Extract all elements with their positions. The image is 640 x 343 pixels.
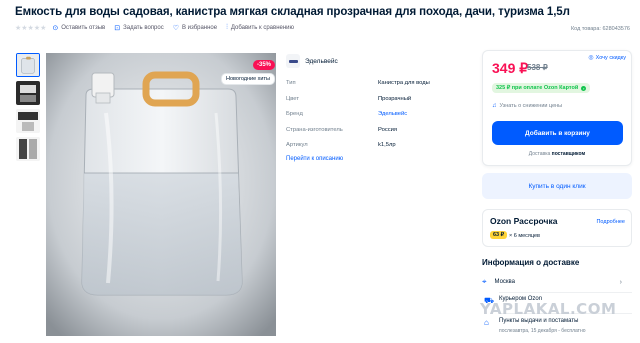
ask-question-label: Задать вопрос	[123, 25, 164, 31]
ozon-card-price-label: 325 ₽ при оплате Ozon Картой	[496, 85, 579, 91]
bell-icon: ♫	[492, 103, 497, 109]
spec-key: Тип	[286, 80, 296, 86]
ozon-card-price-badge[interactable]: 325 ₽ при оплате Ozon Картой ›	[492, 83, 591, 93]
product-title: Емкость для воды садовая, канистра мягка…	[15, 6, 570, 18]
spec-key: Артикул	[286, 142, 308, 148]
current-price: 349 ₽	[492, 60, 529, 76]
brand-link[interactable]: Эдельвейс	[286, 54, 338, 68]
spec-row: Цвет Прозрачный	[286, 96, 470, 112]
price-drop-label: Узнать о снижении цены	[499, 103, 563, 109]
compare-label: Добавить к сравнению	[230, 25, 295, 31]
new-year-badge: Новогодние хиты	[221, 73, 275, 85]
spec-row: Тип Канистра для воды	[286, 80, 470, 96]
want-discount-link[interactable]: ◎ Хочу скидку	[588, 54, 626, 62]
rating-stars-icon[interactable]: ★★★★★	[15, 24, 46, 32]
installment-card[interactable]: Ozon Рассрочка Подробнее 63 ₽ × 6 месяце…	[482, 209, 632, 247]
delivery-info-title: Информация о доставке	[482, 258, 580, 267]
review-icon: ⊙	[52, 25, 59, 32]
site-watermark: YAPLAKAL.COM	[480, 300, 617, 318]
pickup-date: послезавтра, 15 декабря - бесплатно	[499, 328, 586, 334]
delivery-pickup-option[interactable]: Пункты выдачи и постаматы	[499, 318, 578, 324]
old-price: 538 ₽	[527, 63, 548, 72]
spec-key: Цвет	[286, 95, 299, 102]
spec-value: Канистра для воды	[378, 80, 430, 86]
favorites-label: В избранное	[181, 25, 218, 31]
want-discount-label: Хочу скидку	[595, 54, 626, 61]
thumbnail-4[interactable]	[16, 137, 40, 161]
pickup-point-icon: ⌂	[484, 318, 489, 327]
question-icon: ⊡	[114, 25, 121, 32]
thumbnail-2[interactable]	[16, 81, 40, 105]
ask-question-link[interactable]: ⊡ Задать вопрос	[114, 24, 163, 32]
leave-review-link[interactable]: ⊙ Оставить отзыв	[52, 24, 105, 32]
heart-icon: ♡	[172, 25, 179, 32]
brand-logo	[286, 54, 300, 68]
brand-spec-link[interactable]: Эдельвейс	[378, 111, 407, 117]
add-to-favorites-link[interactable]: ♡ В избранное	[173, 24, 217, 32]
water-bag-illustration	[46, 53, 276, 336]
discount-badge: -35%	[253, 60, 276, 70]
spec-row: Бренд Эдельвейс	[286, 111, 470, 127]
spec-value: Прозрачный	[378, 95, 412, 102]
installment-term: × 6 месяцев	[509, 232, 540, 239]
compare-icon: ⫶	[226, 24, 228, 31]
buy-one-click-button[interactable]: Купить в один клик	[482, 173, 632, 199]
thumbnail-1[interactable]	[16, 53, 40, 77]
delivery-city-selector[interactable]: ⌖ Москва ›	[482, 273, 632, 291]
delivery-note: Доставка поставщиком	[483, 151, 631, 157]
discount-watch-icon: ◎	[588, 55, 594, 61]
installment-more-link[interactable]: Подробнее	[596, 219, 625, 225]
go-to-description-link[interactable]: Перейти к описанию	[286, 156, 343, 162]
spec-list: Тип Канистра для воды Цвет Прозрачный Брен…	[286, 80, 470, 158]
product-image[interactable]	[46, 53, 276, 336]
delivery-prefix: Доставка	[528, 151, 551, 157]
divider	[499, 292, 632, 293]
brand-name: Эдельвейс	[305, 57, 338, 65]
product-code: Код товара: 628043576	[570, 26, 630, 32]
spec-row: Страна-изготовитель Россия	[286, 127, 470, 143]
delivery-provider: поставщиком	[551, 151, 586, 157]
installment-amount: 63 ₽	[490, 231, 508, 239]
chevron-right-icon: ›	[619, 278, 622, 286]
leave-review-label: Оставить отзыв	[61, 25, 106, 31]
price-card: 349 ₽ 538 ₽ ◎ Хочу скидку 325 ₽ при оплат…	[482, 50, 632, 166]
spec-value: k1,5лр	[378, 142, 396, 148]
product-actions-row: ★★★★★ ⊙ Оставить отзыв ⊡ Задать вопрос ♡ В …	[15, 24, 303, 32]
spec-key: Страна-изготовитель	[286, 126, 343, 133]
add-to-cart-button[interactable]: Добавить в корзину	[492, 121, 623, 145]
price-drop-notify-link[interactable]: ♫ Узнать о снижении цены	[492, 103, 562, 109]
installment-title: Ozon Рассрочка	[490, 216, 558, 226]
spec-value: Россия	[378, 126, 398, 133]
delivery-city: Москва	[494, 279, 515, 285]
thumbnail-3[interactable]	[16, 109, 40, 133]
arrow-right-icon: ›	[581, 85, 587, 91]
spec-key: Бренд	[286, 111, 303, 117]
thumbnail-strip	[16, 53, 40, 165]
compare-link[interactable]: ⫶ Добавить к сравнению	[226, 24, 294, 32]
location-pin-icon: ⌖	[482, 277, 487, 286]
